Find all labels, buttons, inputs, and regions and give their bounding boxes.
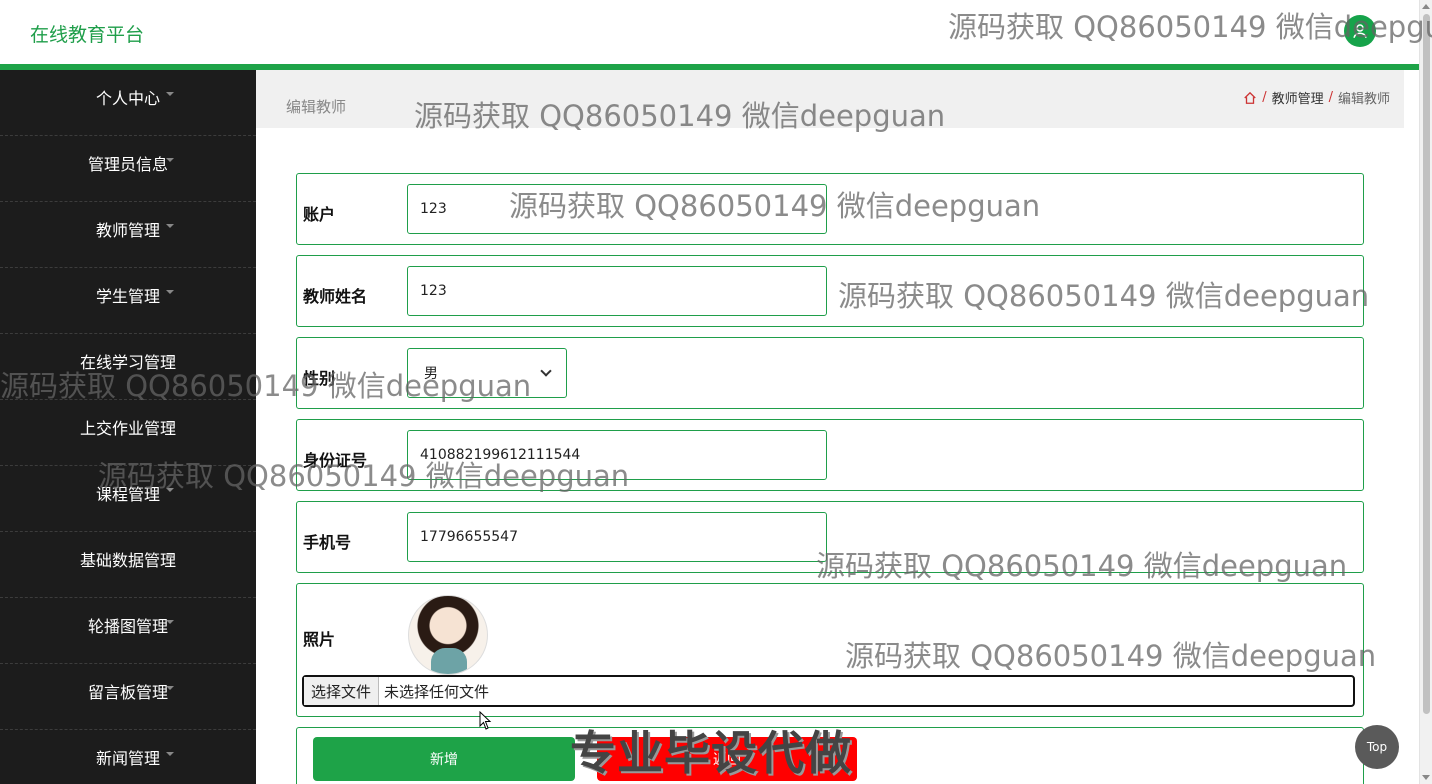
teacher-photo bbox=[408, 595, 488, 675]
breadcrumb: / 教师管理 / 编辑教师 bbox=[1243, 88, 1390, 107]
account-label: 账户 bbox=[303, 205, 336, 224]
sidebar-nav: 个人中心 管理员信息 教师管理 学生管理 在线学习管理 上交作业管理 课程管理 … bbox=[0, 70, 256, 784]
page-scrollbar[interactable] bbox=[1419, 0, 1432, 784]
sidebar-item-news[interactable]: 新闻管理 bbox=[0, 730, 256, 784]
sidebar-item-label: 上交作业管理 bbox=[79, 418, 176, 438]
caret-down-icon bbox=[166, 356, 174, 360]
caret-down-icon bbox=[166, 158, 174, 162]
caret-down-icon bbox=[166, 290, 174, 294]
caret-down-icon bbox=[166, 224, 174, 228]
account-input[interactable]: 123 bbox=[407, 184, 827, 234]
caret-down-icon bbox=[166, 554, 174, 558]
breadcrumb-separator: / bbox=[1262, 90, 1267, 105]
brand-title[interactable]: 在线教育平台 bbox=[30, 20, 144, 47]
photo-label: 照片 bbox=[303, 630, 336, 649]
sidebar-item-label: 新闻管理 bbox=[95, 748, 160, 768]
breadcrumb-separator: / bbox=[1328, 90, 1333, 105]
sidebar-item-label: 在线学习管理 bbox=[79, 352, 176, 372]
sidebar-item-label: 教师管理 bbox=[95, 220, 160, 240]
phone-input[interactable]: 17796655547 bbox=[407, 512, 827, 562]
sidebar-item-message-board[interactable]: 留言板管理 bbox=[0, 664, 256, 730]
caret-down-icon bbox=[166, 488, 174, 492]
gender-label: 性别 bbox=[303, 369, 336, 388]
id-number-input[interactable]: 410882199612111544 bbox=[407, 430, 827, 480]
caret-down-icon bbox=[166, 422, 174, 426]
sidebar-item-online-learning[interactable]: 在线学习管理 bbox=[0, 334, 256, 400]
sidebar-item-teacher-management[interactable]: 教师管理 bbox=[0, 202, 256, 268]
scroll-down-arrow-icon[interactable] bbox=[1422, 775, 1430, 780]
caret-down-icon bbox=[166, 686, 174, 690]
chevron-down-icon bbox=[540, 365, 552, 377]
teacher-name-input[interactable]: 123 bbox=[407, 266, 827, 316]
sidebar-item-label: 留言板管理 bbox=[87, 682, 168, 702]
sidebar-item-label: 学生管理 bbox=[95, 286, 160, 306]
teacher-name-row: 教师姓名 123 bbox=[296, 255, 1364, 327]
back-to-top-button[interactable]: Top bbox=[1355, 725, 1399, 769]
file-status-text: 未选择任何文件 bbox=[384, 682, 490, 701]
breadcrumb-teacher-management[interactable]: 教师管理 bbox=[1272, 88, 1324, 107]
sidebar-item-label: 轮播图管理 bbox=[87, 616, 168, 636]
gender-selected-value: 男 bbox=[424, 366, 438, 382]
file-upload-input[interactable]: 选择文件 未选择任何文件 bbox=[302, 675, 1355, 707]
photo-row: 照片 选择文件 未选择任何文件 bbox=[296, 583, 1364, 717]
id-number-label: 身份证号 bbox=[303, 451, 368, 470]
home-icon[interactable] bbox=[1243, 91, 1257, 105]
sidebar-item-label: 课程管理 bbox=[95, 484, 160, 504]
phone-label: 手机号 bbox=[303, 533, 352, 552]
account-row: 账户 123 bbox=[296, 173, 1364, 245]
sidebar-item-base-data[interactable]: 基础数据管理 bbox=[0, 532, 256, 598]
sidebar-item-label: 基础数据管理 bbox=[79, 550, 176, 570]
watermark-banner: 专业毕设代做 bbox=[570, 726, 852, 780]
sidebar-item-label: 个人中心 bbox=[95, 88, 160, 108]
sidebar-item-courses[interactable]: 课程管理 bbox=[0, 466, 256, 532]
top-header: 在线教育平台 bbox=[0, 0, 1419, 65]
add-button[interactable]: 新增 bbox=[313, 737, 575, 781]
sidebar-item-admin-info[interactable]: 管理员信息 bbox=[0, 136, 256, 202]
scroll-up-arrow-icon[interactable] bbox=[1422, 4, 1430, 9]
sidebar-item-label: 管理员信息 bbox=[87, 154, 168, 174]
caret-down-icon bbox=[166, 92, 174, 96]
scrollbar-thumb[interactable] bbox=[1423, 14, 1430, 714]
phone-row: 手机号 17796655547 bbox=[296, 501, 1364, 573]
mouse-cursor-icon bbox=[479, 711, 492, 730]
choose-file-button[interactable]: 选择文件 bbox=[304, 677, 380, 705]
teacher-name-label: 教师姓名 bbox=[303, 287, 368, 306]
gender-row: 性别 男 bbox=[296, 337, 1364, 409]
caret-down-icon bbox=[166, 752, 174, 756]
sidebar-item-carousel[interactable]: 轮播图管理 bbox=[0, 598, 256, 664]
sidebar-item-homework[interactable]: 上交作业管理 bbox=[0, 400, 256, 466]
sidebar-item-personal-center[interactable]: 个人中心 bbox=[0, 70, 256, 136]
breadcrumb-current: 编辑教师 bbox=[1337, 92, 1390, 107]
caret-down-icon bbox=[166, 620, 174, 624]
page-header-bar: 编辑教师 / 教师管理 / 编辑教师 bbox=[256, 70, 1404, 128]
sidebar-item-student-management[interactable]: 学生管理 bbox=[0, 268, 256, 334]
gender-select[interactable]: 男 bbox=[407, 348, 567, 398]
page-title: 编辑教师 bbox=[286, 98, 347, 116]
user-avatar-icon[interactable] bbox=[1344, 15, 1376, 47]
id-number-row: 身份证号 410882199612111544 bbox=[296, 419, 1364, 491]
